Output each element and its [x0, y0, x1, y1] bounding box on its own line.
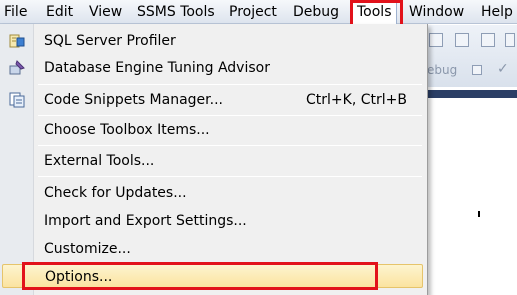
- copy-icon: [455, 33, 469, 47]
- menu-project[interactable]: Project: [229, 2, 277, 22]
- paste-icon: [481, 33, 495, 47]
- background-caret: [478, 211, 480, 217]
- menu-ssms-tools[interactable]: SSMS Tools: [137, 2, 215, 22]
- check-icon: ✓: [497, 61, 509, 77]
- menu-item-label: Choose Toolbox Items...: [44, 122, 210, 138]
- menu-debug[interactable]: Debug: [293, 2, 339, 22]
- menu-item-options[interactable]: Options...: [2, 264, 423, 288]
- menu-file[interactable]: File: [4, 2, 27, 22]
- menu-item-sql-server-profiler[interactable]: SQL Server Profiler: [0, 29, 426, 53]
- tuning-advisor-icon: [9, 60, 25, 75]
- debug-dropdown-text: ebug: [427, 63, 458, 77]
- menu-item-code-snippets-manager[interactable]: Code Snippets Manager... Ctrl+K, Ctrl+B: [0, 88, 426, 112]
- menu-item-label: External Tools...: [44, 153, 155, 169]
- menu-item-label: Import and Export Settings...: [44, 213, 247, 229]
- menu-edit[interactable]: Edit: [46, 2, 73, 22]
- menu-window[interactable]: Window: [409, 2, 464, 22]
- cut-icon: [429, 33, 443, 47]
- menu-view[interactable]: View: [89, 2, 122, 22]
- menu-separator: [38, 176, 422, 177]
- menu-item-external-tools[interactable]: External Tools...: [0, 149, 426, 173]
- profiler-icon: [9, 34, 25, 48]
- menu-bar: File Edit View SSMS Tools Project Debug …: [0, 0, 517, 24]
- menu-item-label: Options...: [45, 269, 113, 285]
- menu-item-label: Code Snippets Manager...: [44, 92, 223, 108]
- menu-item-choose-toolbox-items[interactable]: Choose Toolbox Items...: [0, 118, 426, 142]
- menu-item-label: Check for Updates...: [44, 185, 187, 201]
- menu-separator: [38, 145, 422, 146]
- menu-separator: [38, 115, 422, 116]
- menu-item-label: Database Engine Tuning Advisor: [44, 60, 270, 76]
- background-panel-strip: [425, 90, 517, 98]
- tools-menu: SQL Server Profiler Database Engine Tuni…: [0, 24, 428, 295]
- stop-icon: [472, 65, 482, 75]
- menu-item-label: Customize...: [44, 241, 131, 257]
- menu-tools[interactable]: Tools: [352, 1, 397, 24]
- menu-item-customize[interactable]: Customize...: [0, 237, 426, 261]
- menu-item-tuning-advisor[interactable]: Database Engine Tuning Advisor: [0, 56, 426, 80]
- toolbar-icon: [505, 33, 515, 47]
- menu-item-check-for-updates[interactable]: Check for Updates...: [0, 181, 426, 205]
- menu-help[interactable]: Help: [481, 2, 513, 22]
- menu-item-import-export-settings[interactable]: Import and Export Settings...: [0, 209, 426, 233]
- menu-item-label: SQL Server Profiler: [44, 33, 176, 49]
- snippets-icon: [9, 92, 25, 108]
- menu-separator: [38, 84, 422, 85]
- menu-item-shortcut: Ctrl+K, Ctrl+B: [306, 92, 407, 108]
- background-toolbar: ebug ✓: [425, 25, 517, 87]
